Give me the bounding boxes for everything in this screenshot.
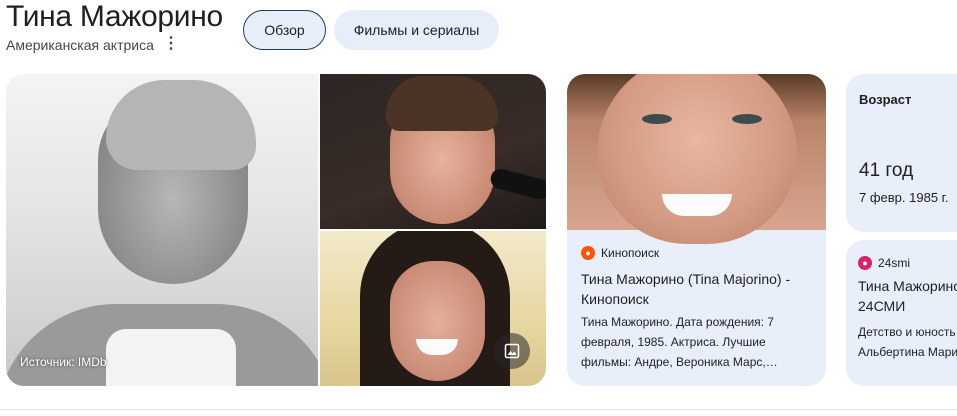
entity-subtitle: Американская актриса (6, 37, 154, 53)
card-source-name: 24smi (878, 256, 911, 270)
image-icon (504, 343, 520, 359)
result-card-kinopoisk[interactable]: ● Кинопоиск Тина Мажорино (Tina Majorino… (567, 74, 826, 386)
card-title-line: Тина Мажорино (858, 278, 957, 294)
photo-thumbnail-top[interactable] (320, 74, 546, 229)
card-source: ● Кинопоиск (581, 246, 659, 260)
card-snippet-line: Детство и юность (858, 325, 956, 339)
result-card-24smi[interactable]: ● 24smi Тина Мажорино 24СМИ Детство и юн… (846, 240, 957, 386)
divider (0, 409, 957, 410)
photo-shape (597, 74, 797, 244)
photo-shape (732, 114, 762, 124)
page-title: Тина Мажорино (6, 0, 223, 33)
image-source-label: Источник: IMDb (20, 355, 107, 369)
more-vert-icon[interactable]: ⋮ (163, 34, 179, 52)
birth-date: 7 февр. 1985 г. (859, 190, 949, 205)
photo-shape (488, 166, 546, 202)
photo-shape (106, 80, 256, 170)
card-snippet: Тина Мажорино. Дата рождения: 7 февраля,… (581, 315, 778, 369)
photo-shape (386, 76, 498, 131)
tab-overview-label: Обзор (264, 22, 305, 38)
card-title-line: 24СМИ (858, 298, 906, 314)
card-snippet-line: Альбертина Мари (858, 345, 957, 359)
card-title[interactable]: Тина Мажорино 24СМИ (858, 276, 957, 316)
kinopoisk-favicon-icon: ● (581, 246, 595, 260)
card-thumbnail (567, 74, 826, 244)
card-source-name: Кинопоиск (601, 246, 660, 260)
photo-shape (662, 194, 732, 216)
main-photo[interactable] (6, 74, 318, 386)
tab-films-and-series[interactable]: Фильмы и сериалы (334, 10, 499, 50)
card-title[interactable]: Тина Мажорино (Tina Majorino) - Кинопоис… (581, 269, 816, 309)
photo-shape (642, 114, 672, 124)
age-value: 41 год (859, 160, 914, 181)
card-source: ● 24smi (858, 256, 910, 270)
knowledge-panel: Тина Мажорино Американская актриса ⋮ Обз… (0, 0, 957, 416)
age-label: Возраст (859, 92, 912, 107)
24smi-favicon-icon: ● (858, 256, 872, 270)
photo-shape (106, 329, 236, 386)
age-card[interactable]: Возраст 41 год 7 февр. 1985 г. (846, 74, 957, 232)
tab-films-label: Фильмы и сериалы (353, 22, 480, 38)
card-snippet: Детство и юность Альбертина Мари (858, 322, 957, 362)
tab-overview[interactable]: Обзор (243, 10, 326, 50)
more-images-button[interactable] (494, 333, 530, 369)
photo-shape (390, 261, 485, 381)
